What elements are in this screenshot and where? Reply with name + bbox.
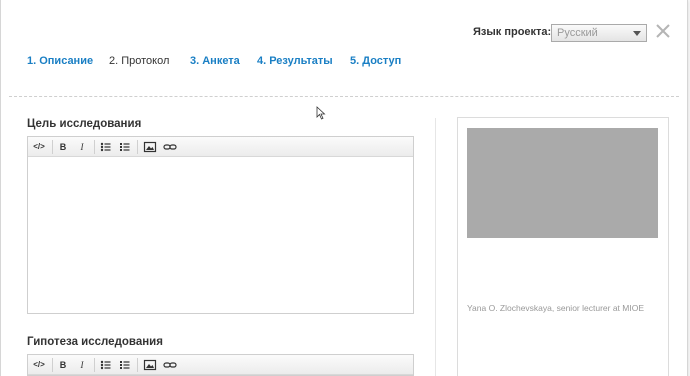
image-icon[interactable] [142,140,158,154]
dropdown-arrow-icon [633,31,641,36]
italic-icon[interactable]: I [74,358,90,372]
numbered-list-icon[interactable] [117,358,133,372]
tab-protocol[interactable]: 2. Протокол [109,55,169,67]
bold-icon[interactable]: B [55,358,71,372]
mouse-cursor-icon [316,106,326,120]
column-divider [435,118,436,376]
project-language-value: Русский [557,27,598,39]
editor-toolbar: </> B I [28,137,413,157]
bold-icon[interactable]: B [55,140,71,154]
close-icon[interactable] [654,22,672,40]
project-dialog: Язык проекта: Русский 1. Описание 2. Про… [0,0,688,376]
research-goal-title: Цель исследования [27,118,142,130]
code-icon[interactable]: </> [31,140,47,154]
research-goal-textarea[interactable] [28,157,413,313]
research-hypothesis-title: Гипотеза исследования [27,336,163,348]
author-caption: Yana O. Zlochevskaya, senior lecturer at… [467,303,644,313]
tab-access[interactable]: 5. Доступ [350,55,401,67]
code-icon[interactable]: </> [31,358,47,372]
research-goal-editor: </> B I [27,136,414,314]
tab-results[interactable]: 4. Результаты [257,55,333,67]
research-hypothesis-editor: </> B I [27,354,414,376]
toolbar-separator [137,358,138,372]
tab-questionnaire[interactable]: 3. Анкета [190,55,240,67]
image-icon[interactable] [142,358,158,372]
italic-icon[interactable]: I [74,140,90,154]
bulleted-list-icon[interactable] [98,358,114,372]
author-photo [467,128,658,238]
link-icon[interactable] [162,358,178,372]
toolbar-separator [137,140,138,154]
author-card: Yana O. Zlochevskaya, senior lecturer at… [457,117,669,376]
editor-toolbar: </> B I [28,355,413,375]
toolbar-separator [52,358,53,372]
tab-description[interactable]: 1. Описание [27,55,93,67]
numbered-list-icon[interactable] [117,140,133,154]
link-icon[interactable] [162,140,178,154]
toolbar-separator [94,358,95,372]
toolbar-separator [52,140,53,154]
header-divider [9,96,679,97]
toolbar-separator [94,140,95,154]
project-language-label: Язык проекта: [473,26,552,38]
project-language-select[interactable]: Русский [551,24,647,42]
bulleted-list-icon[interactable] [98,140,114,154]
